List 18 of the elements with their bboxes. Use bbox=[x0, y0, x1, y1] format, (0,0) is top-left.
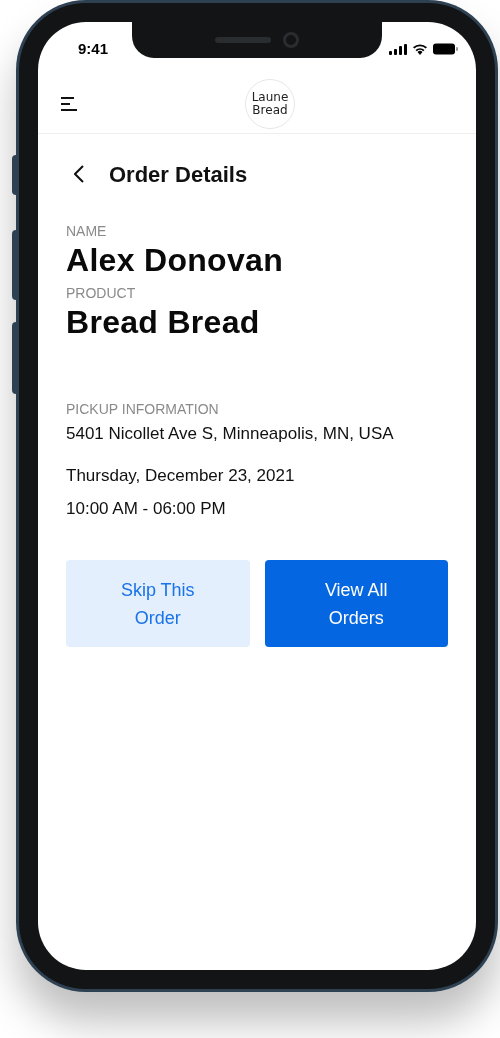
field-label: NAME bbox=[66, 222, 108, 240]
field-label: PICKUP INFORMATION bbox=[66, 400, 220, 418]
field-value: Bread Bread bbox=[66, 303, 261, 342]
pickup-detail: 10:00 AM - 06:00 PM bbox=[66, 498, 227, 520]
back-icon[interactable] bbox=[74, 165, 84, 183]
logo[interactable]: Laune Bread bbox=[245, 79, 295, 129]
field-label: PRODUCT bbox=[66, 284, 137, 302]
status-time: 9:41 bbox=[78, 38, 109, 59]
wifi-icon bbox=[412, 43, 428, 55]
menu-icon[interactable] bbox=[60, 95, 78, 112]
field-value: Alex Donovan bbox=[66, 241, 284, 280]
signal-icon bbox=[389, 43, 407, 55]
pickup-detail: Thursday, December 23, 2021 bbox=[66, 465, 296, 487]
pickup-detail: 5401 Nicollet Ave S, Minneapolis, MN, USA bbox=[66, 423, 395, 445]
battery-icon bbox=[433, 43, 458, 55]
page-title: Order Details bbox=[109, 160, 248, 189]
view-orders-button[interactable]: View All Orders bbox=[264, 560, 448, 647]
skip-order-button[interactable]: Skip This Order bbox=[66, 560, 250, 647]
